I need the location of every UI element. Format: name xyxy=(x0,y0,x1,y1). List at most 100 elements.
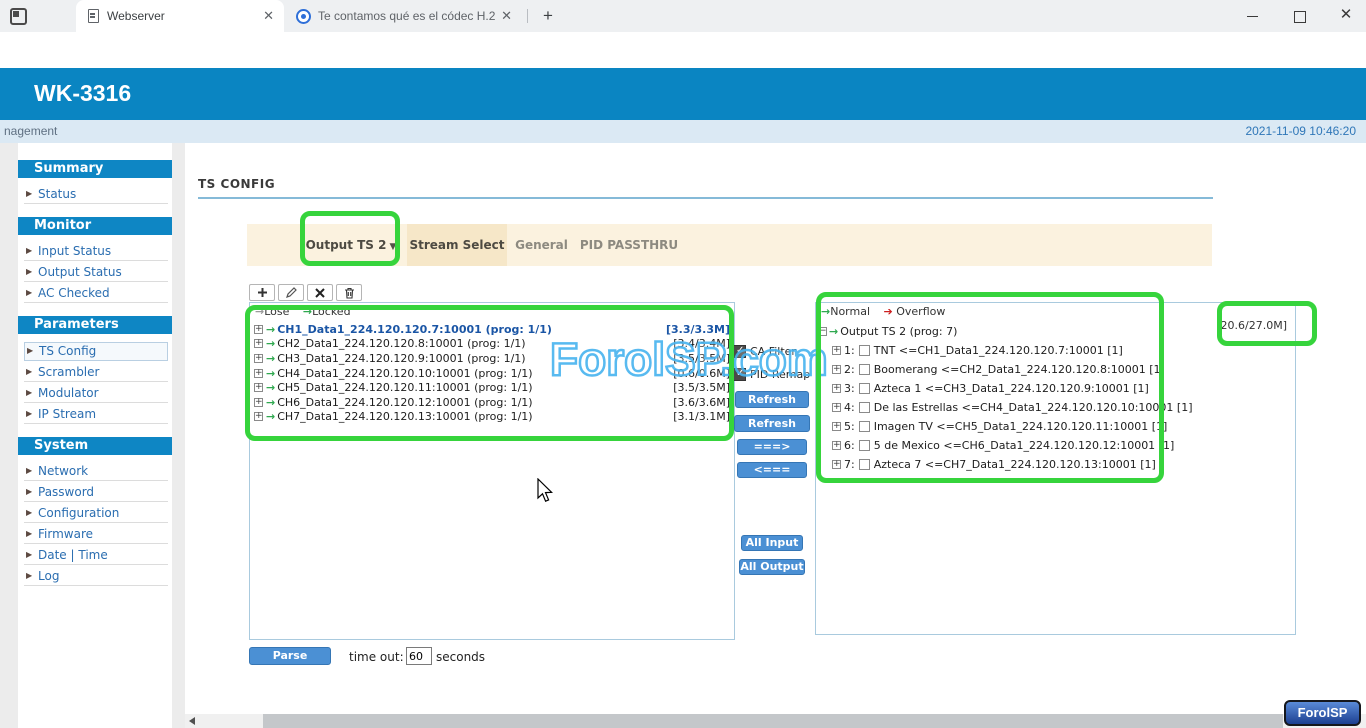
refresh-input-button[interactable]: Refresh Input xyxy=(735,391,809,408)
program-checkbox[interactable] xyxy=(859,364,870,375)
channel-name[interactable]: CH7_Data1_224.120.120.13:10001 (prog: 1/… xyxy=(277,410,532,423)
expand-icon[interactable] xyxy=(254,369,263,378)
expand-icon[interactable] xyxy=(254,354,263,363)
program-checkbox[interactable] xyxy=(859,345,870,356)
move-to-input-button[interactable]: <=== xyxy=(737,462,807,478)
browser-tab-strip: Webserver ✕ Te contamos qué es el códec … xyxy=(0,0,1366,32)
tab-actions-menu-icon[interactable] xyxy=(10,8,27,25)
tab-output-ts-selector[interactable]: Output TS 2▼ xyxy=(295,224,407,266)
pencil-icon xyxy=(286,287,297,298)
screen: Webserver ✕ Te contamos qué es el códec … xyxy=(0,0,1366,728)
tab-pid-passthru[interactable]: PID PASSTHRU xyxy=(574,224,684,266)
plus-icon xyxy=(257,287,268,298)
page-title: TS CONFIG xyxy=(198,177,275,191)
locked-arrow-icon: → xyxy=(303,305,312,318)
program-checkbox[interactable] xyxy=(859,440,870,451)
parse-program-button[interactable]: Parse program xyxy=(249,647,331,665)
channel-name[interactable]: CH2_Data1_224.120.120.8:10001 (prog: 1/1… xyxy=(277,337,525,350)
expand-icon[interactable] xyxy=(832,384,841,393)
window-close-button[interactable]: ✕ xyxy=(1326,0,1366,32)
program-index: 2: xyxy=(844,363,855,376)
locked-arrow-icon: → xyxy=(266,323,275,336)
program-label[interactable]: Imagen TV <=CH5_Data1_224.120.120.11:100… xyxy=(874,420,1168,433)
browser-tab-codec-article[interactable]: Te contamos qué es el códec H.2 ✕ xyxy=(290,0,522,32)
expand-icon[interactable] xyxy=(254,339,263,348)
expand-icon[interactable] xyxy=(832,460,841,469)
timeout-unit-label: seconds xyxy=(436,650,485,664)
expand-icon[interactable] xyxy=(254,412,263,421)
channel-bitrate: [3.5/3.5M] xyxy=(673,381,730,394)
all-output-button[interactable]: All Output xyxy=(739,559,805,575)
channel-name[interactable]: CH5_Data1_224.120.120.11:10001 (prog: 1/… xyxy=(277,381,532,394)
new-tab-button[interactable]: + xyxy=(536,4,560,28)
pid-remap-checkbox[interactable] xyxy=(733,368,746,381)
tab-general[interactable]: General xyxy=(509,224,574,266)
window-minimize-button[interactable] xyxy=(1232,0,1272,32)
forolsp-badge: ForolSP xyxy=(1284,700,1361,726)
channel-bitrate: [3.5/3.5M] xyxy=(673,352,730,365)
trash-button[interactable] xyxy=(336,284,362,301)
expand-icon[interactable] xyxy=(254,398,263,407)
tab-close-icon[interactable]: ✕ xyxy=(257,8,284,24)
overflow-arrow-icon: ➔ xyxy=(884,305,893,318)
program-checkbox[interactable] xyxy=(859,421,870,432)
program-checkbox[interactable] xyxy=(859,383,870,394)
output-program-row: 4: De las Estrellas <=CH4_Data1_224.120.… xyxy=(832,398,1292,417)
device-header: WK-3316 xyxy=(0,68,1366,120)
output-ts-label[interactable]: Output TS 2 (prog: 7) xyxy=(840,325,957,338)
ca-filter-checkbox[interactable] xyxy=(733,345,746,358)
blog-favicon-icon xyxy=(296,9,311,24)
add-button[interactable] xyxy=(249,284,275,301)
expand-icon[interactable] xyxy=(254,325,263,334)
refresh-output-button[interactable]: Refresh Output xyxy=(734,415,810,432)
program-label[interactable]: Azteca 1 <=CH3_Data1_224.120.120.9:10001… xyxy=(874,382,1149,395)
expand-icon[interactable] xyxy=(832,365,841,374)
locked-arrow-icon: → xyxy=(266,410,275,423)
expand-icon[interactable] xyxy=(832,403,841,412)
edit-button[interactable] xyxy=(278,284,304,301)
channel-bitrate: [3.4/3.4M] xyxy=(673,337,730,350)
expand-icon[interactable] xyxy=(832,346,841,355)
channel-name[interactable]: CH6_Data1_224.120.120.12:10001 (prog: 1/… xyxy=(277,396,532,409)
channel-name[interactable]: CH1_Data1_224.120.120.7:10001 (prog: 1/1… xyxy=(277,323,552,336)
program-label[interactable]: Azteca 7 <=CH7_Data1_224.120.120.13:1000… xyxy=(874,458,1156,471)
all-input-button[interactable]: All Input xyxy=(741,535,803,551)
lose-arrow-icon: → xyxy=(255,305,264,318)
program-label[interactable]: De las Estrellas <=CH4_Data1_224.120.120… xyxy=(874,401,1193,414)
input-channel-row: → CH5_Data1_224.120.120.11:10001 (prog: … xyxy=(250,380,734,395)
expand-icon[interactable] xyxy=(254,383,263,392)
device-subheader: nagement 2021-11-09 10:46:20 xyxy=(0,120,1366,143)
program-label[interactable]: TNT <=CH1_Data1_224.120.120.7:10001 [1] xyxy=(874,344,1123,357)
output-ts-root-node: → Output TS 2 (prog: 7) xyxy=(818,322,957,340)
program-label[interactable]: Boomerang <=CH2_Data1_224.120.120.8:1000… xyxy=(874,363,1165,376)
move-to-output-button[interactable]: ===> xyxy=(737,439,807,455)
timeout-input[interactable] xyxy=(406,647,432,665)
window-maximize-button[interactable] xyxy=(1280,0,1320,32)
browser-address-bar: ← → No seguro 192.168.0.136 xyxy=(0,32,1366,68)
expand-icon[interactable] xyxy=(832,441,841,450)
input-channel-row: → CH6_Data1_224.120.120.12:10001 (prog: … xyxy=(250,395,734,410)
channel-name[interactable]: CH4_Data1_224.120.120.10:10001 (prog: 1/… xyxy=(277,367,532,380)
input-channel-row: → CH7_Data1_224.120.120.13:10001 (prog: … xyxy=(250,410,734,425)
chevron-down-icon: ▼ xyxy=(389,242,396,252)
program-label[interactable]: 5 de Mexico <=CH6_Data1_224.120.120.12:1… xyxy=(874,439,1175,452)
scrollbar-thumb[interactable] xyxy=(263,714,1283,728)
normal-arrow-icon: → xyxy=(829,325,838,338)
channel-bitrate: [3.3/3.3M] xyxy=(666,323,730,336)
tab-close-icon[interactable]: ✕ xyxy=(495,8,522,24)
timeout-label: time out: xyxy=(349,650,404,664)
locked-arrow-icon: → xyxy=(266,352,275,365)
program-checkbox[interactable] xyxy=(859,402,870,413)
program-checkbox[interactable] xyxy=(859,459,870,470)
delete-button[interactable] xyxy=(307,284,333,301)
datetime-display: 2021-11-09 10:46:20 xyxy=(1245,124,1356,138)
tab-stream-select[interactable]: Stream Select xyxy=(407,224,507,266)
horizontal-scrollbar[interactable] xyxy=(185,714,1366,728)
expand-icon[interactable] xyxy=(832,422,841,431)
collapse-icon[interactable] xyxy=(818,327,827,336)
output-program-row: 6: 5 de Mexico <=CH6_Data1_224.120.120.1… xyxy=(832,436,1292,455)
channel-name[interactable]: CH3_Data1_224.120.120.9:10001 (prog: 1/1… xyxy=(277,352,525,365)
scroll-left-arrow-icon[interactable] xyxy=(189,717,195,725)
browser-tab-webserver[interactable]: Webserver ✕ xyxy=(76,0,284,32)
pid-remap-label: PID Remap xyxy=(750,368,810,381)
